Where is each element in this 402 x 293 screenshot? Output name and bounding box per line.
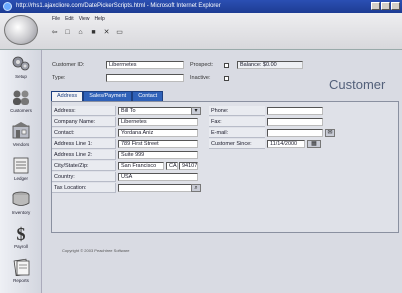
sidebar-item-label: Inventory <box>11 210 31 215</box>
sidebar-item-label: Reports <box>13 278 29 283</box>
sidebar-item-ledger[interactable]: Ledger <box>2 156 40 190</box>
sidebar-item-label: Payroll <box>14 244 28 249</box>
app-toolbar-area: File Edit View Help ⇦ □ ⌂ ■ ✕ ▭ <box>0 13 402 50</box>
customer-id-field[interactable]: Liberrnetes <box>106 61 184 69</box>
menu-file[interactable]: File <box>52 16 60 22</box>
lookup-icon[interactable]: ⌕ <box>191 184 201 192</box>
back-icon[interactable]: ⇦ <box>50 28 59 37</box>
balance-display: Balance: $0.00 <box>237 61 303 69</box>
menu-view[interactable]: View <box>79 16 90 22</box>
menu-bar: File Edit View Help <box>52 16 105 22</box>
dropdown-arrow-icon[interactable]: ▾ <box>191 107 201 115</box>
tax-location-label: Tax Location: <box>52 183 116 193</box>
dollar-icon: $ <box>17 224 26 242</box>
close-button[interactable] <box>391 2 400 10</box>
country-field[interactable]: USA <box>118 173 198 181</box>
ledger-icon <box>13 157 29 174</box>
customer-since-field[interactable]: 11/14/2000 <box>267 140 305 148</box>
type-field[interactable] <box>106 74 184 82</box>
copyright-text: Copyright © 2003 Peachtree Software <box>62 248 130 253</box>
address-line2-field[interactable]: Suite 999 <box>118 151 198 159</box>
customer-id-label: Customer ID: <box>52 62 85 68</box>
ie-icon <box>3 2 12 11</box>
contact-label: Contact: <box>52 128 116 138</box>
window-title: http://rhs1.ajaxcliore.com/DatePickerScr… <box>16 3 221 9</box>
open-icon[interactable]: ⌂ <box>76 28 85 37</box>
customers-icon <box>13 90 29 105</box>
address-line1-label: Address Line 1: <box>52 139 116 149</box>
window-controls <box>371 2 400 10</box>
email-icon[interactable]: ✉ <box>325 129 335 137</box>
reports-icon <box>13 258 30 276</box>
sidebar-item-label: Customers <box>10 108 32 113</box>
window-title-bar: http://rhs1.ajaxcliore.com/DatePickerScr… <box>0 0 402 13</box>
city-field[interactable]: San Francisco <box>118 162 164 170</box>
save-icon[interactable]: ■ <box>89 28 98 37</box>
vendors-icon <box>12 122 30 139</box>
fax-label: Fax: <box>209 117 265 127</box>
sidebar-item-label: Setup <box>15 74 27 79</box>
sidebar-item-customers[interactable]: Customers <box>2 88 40 122</box>
delete-icon[interactable]: ✕ <box>102 28 111 37</box>
app-logo <box>4 15 38 45</box>
sidebar-item-vendors[interactable]: Vendors <box>2 122 40 156</box>
address-line1-field[interactable]: 789 First Street <box>118 140 198 148</box>
document-icon[interactable]: ▭ <box>115 28 124 37</box>
city-state-zip-label: City/State/Zip: <box>52 161 116 171</box>
maximize-button[interactable] <box>381 2 390 10</box>
menu-edit[interactable]: Edit <box>65 16 74 22</box>
address-line2-label: Address Line 2: <box>52 150 116 160</box>
sidebar-item-label: Vendors <box>12 142 30 147</box>
inactive-label: Inactive: <box>190 75 211 81</box>
tab-contact[interactable]: Contact <box>132 91 164 101</box>
form-tabs: Address Sales/Payment Contact <box>51 91 164 101</box>
address-type-select[interactable]: Bill To <box>118 107 198 115</box>
sidebar-item-inventory[interactable]: Inventory <box>2 190 40 224</box>
minimize-button[interactable] <box>371 2 380 10</box>
sidebar: Setup Customers Vendors Ledger Inventory… <box>0 50 42 293</box>
prospect-label: Prospect: <box>190 62 214 68</box>
phone-label: Phone: <box>209 106 265 116</box>
sidebar-item-label: Ledger <box>13 176 28 181</box>
email-label: E-mail: <box>209 128 265 138</box>
prospect-checkbox[interactable] <box>224 63 229 68</box>
type-label: Type: <box>52 75 66 81</box>
page-title: Customer <box>329 77 386 92</box>
tax-location-field[interactable] <box>118 184 198 192</box>
contact-field[interactable]: Yordana Aniz <box>118 129 198 137</box>
zip-field[interactable]: 94107 <box>179 162 198 170</box>
state-field[interactable]: CA <box>166 162 178 170</box>
fax-field[interactable] <box>267 118 323 126</box>
sidebar-item-payroll[interactable]: $ Payroll <box>2 224 40 258</box>
customer-since-label: Customer Since: <box>209 139 265 149</box>
tab-address[interactable]: Address <box>51 91 84 101</box>
address-label: Address: <box>52 106 116 116</box>
phone-field[interactable] <box>267 107 323 115</box>
inventory-icon <box>12 191 30 206</box>
gears-icon <box>12 56 30 71</box>
toolbar: ⇦ □ ⌂ ■ ✕ ▭ <box>50 28 124 37</box>
menu-help[interactable]: Help <box>94 16 104 22</box>
svg-text:$: $ <box>17 224 26 242</box>
company-name-label: Company Name: <box>52 117 116 127</box>
new-document-icon[interactable]: □ <box>63 28 72 37</box>
company-name-field[interactable]: Libernetes <box>118 118 198 126</box>
customer-form: Customer ID: Liberrnetes Type: Prospect:… <box>42 50 402 293</box>
country-label: Country: <box>52 172 116 182</box>
address-panel: Address: Bill To ▾ Company Name: Liberne… <box>51 101 399 253</box>
email-field[interactable] <box>267 129 323 137</box>
calendar-icon[interactable]: ▦ <box>307 140 321 148</box>
tab-sales-payment[interactable]: Sales/Payment <box>83 91 133 101</box>
inactive-checkbox[interactable] <box>224 76 229 81</box>
sidebar-item-setup[interactable]: Setup <box>2 54 40 88</box>
sidebar-item-reports[interactable]: Reports <box>2 258 40 292</box>
